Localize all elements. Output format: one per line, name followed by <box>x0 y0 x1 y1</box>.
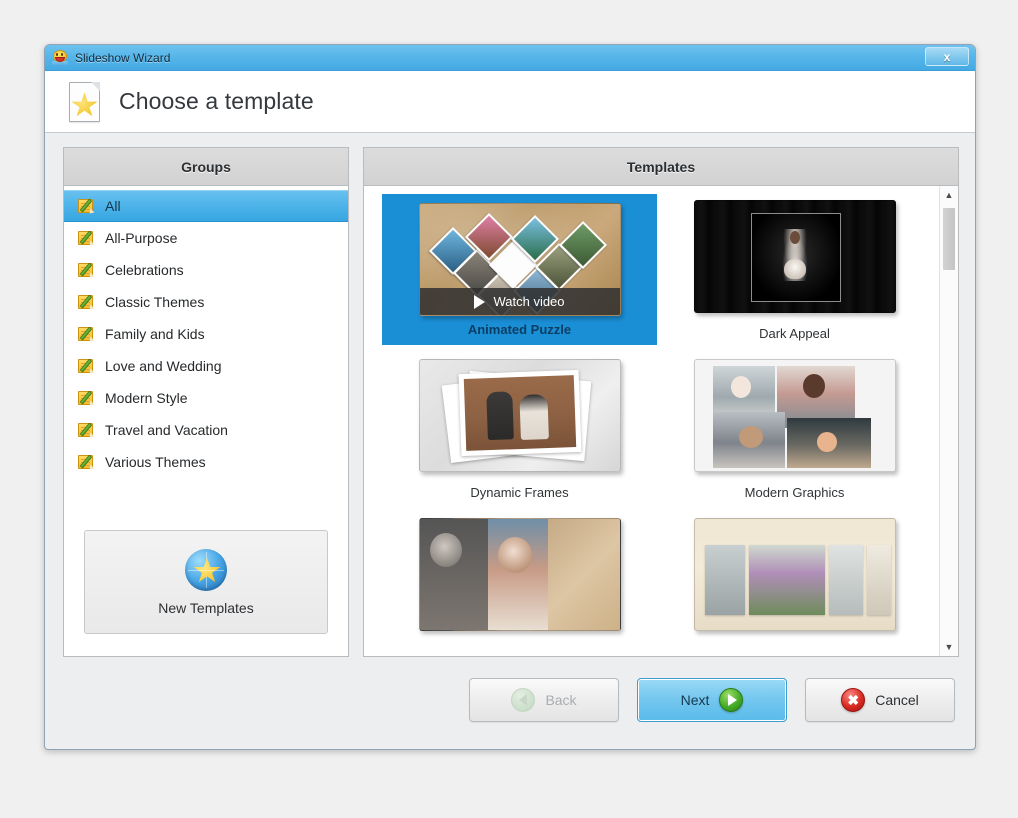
sidebar-item-label: All-Purpose <box>105 230 178 246</box>
template-label: Animated Puzzle <box>467 322 572 337</box>
sidebar-item-various-themes[interactable]: Various Themes <box>64 446 348 478</box>
sidebar-item-label: Love and Wedding <box>105 358 222 374</box>
template-thumbnail <box>418 518 621 631</box>
scrollbar-thumb[interactable] <box>943 208 955 270</box>
folder-note-icon <box>78 422 96 440</box>
template-thumbnail <box>693 518 896 631</box>
template-card-animated-puzzle[interactable]: Watch video Animated Puzzle <box>382 194 657 345</box>
sidebar-item-label: Travel and Vacation <box>105 422 228 438</box>
slideshow-wizard-window: Slideshow Wizard x Choose a template Gro… <box>44 44 976 750</box>
back-button[interactable]: Back <box>469 678 619 722</box>
wizard-header: Choose a template <box>45 71 975 133</box>
sidebar-item-label: Classic Themes <box>105 294 205 310</box>
sidebar-item-all[interactable]: All <box>64 190 348 222</box>
globe-star-icon <box>185 548 227 591</box>
folder-note-icon <box>78 390 96 408</box>
groups-list: All All-Purpose Celebrations Classic The… <box>64 190 348 478</box>
folder-note-icon <box>78 454 96 472</box>
sidebar-item-label: Various Themes <box>105 454 206 470</box>
cancel-button[interactable]: ✖ Cancel <box>805 678 955 722</box>
template-card-row3-left[interactable] <box>382 512 657 648</box>
templates-heading: Templates <box>363 147 959 185</box>
folder-note-icon <box>78 294 96 312</box>
folder-note-icon <box>78 230 96 248</box>
templates-scrollbar[interactable]: ▲ ▼ <box>939 186 958 656</box>
template-card-dynamic-frames[interactable]: Dynamic Frames <box>382 353 657 504</box>
sidebar-item-classic-themes[interactable]: Classic Themes <box>64 286 348 318</box>
template-card-row3-right[interactable] <box>657 512 932 648</box>
templates-panel: Templates Watch video Animated Puzzle Da… <box>363 147 959 657</box>
sidebar-item-all-purpose[interactable]: All-Purpose <box>64 222 348 254</box>
titlebar: Slideshow Wizard x <box>45 45 975 71</box>
wizard-body: Groups All All-Purpose Celebrations Clas… <box>45 133 975 657</box>
page-title: Choose a template <box>119 88 314 114</box>
sidebar-item-travel-and-vacation[interactable]: Travel and Vacation <box>64 414 348 446</box>
cancel-x-icon: ✖ <box>841 688 866 712</box>
template-card-modern-graphics[interactable]: Modern Graphics <box>657 353 932 504</box>
scroll-up-icon[interactable]: ▲ <box>940 186 958 204</box>
new-templates-label: New Templates <box>158 599 254 616</box>
sidebar-item-label: All <box>105 198 121 214</box>
sidebar-item-modern-style[interactable]: Modern Style <box>64 382 348 414</box>
sidebar-item-label: Modern Style <box>105 390 188 406</box>
template-thumbnail <box>418 359 621 472</box>
sidebar-item-label: Celebrations <box>105 262 184 278</box>
back-button-label: Back <box>545 692 577 708</box>
play-icon <box>474 294 486 309</box>
next-arrow-icon <box>719 688 744 712</box>
watch-video-label: Watch video <box>493 294 565 309</box>
groups-panel: Groups All All-Purpose Celebrations Clas… <box>63 147 349 657</box>
slideshow-app-icon <box>52 49 68 66</box>
templates-grid: Watch video Animated Puzzle Dark Appeal <box>364 186 958 648</box>
watch-video-overlay[interactable]: Watch video <box>419 288 620 315</box>
groups-heading: Groups <box>63 147 349 185</box>
templates-panel-body: Watch video Animated Puzzle Dark Appeal <box>363 185 959 657</box>
cancel-button-label: Cancel <box>875 692 919 708</box>
back-arrow-icon <box>511 688 536 712</box>
template-label: Dynamic Frames <box>470 485 569 500</box>
folder-note-icon <box>78 358 96 376</box>
page-star-icon <box>65 80 105 124</box>
close-icon[interactable]: x <box>925 47 969 66</box>
window-title: Slideshow Wizard <box>75 50 171 65</box>
next-button[interactable]: Next <box>637 678 787 722</box>
sidebar-item-celebrations[interactable]: Celebrations <box>64 254 348 286</box>
templates-scroll-viewport: Watch video Animated Puzzle Dark Appeal <box>364 186 958 656</box>
scroll-down-icon[interactable]: ▼ <box>940 638 958 656</box>
next-button-label: Next <box>680 692 710 708</box>
wizard-footer: Back Next ✖ Cancel <box>45 657 975 749</box>
groups-panel-body: All All-Purpose Celebrations Classic The… <box>63 185 349 657</box>
new-templates-area: New Templates <box>64 520 348 656</box>
folder-note-icon <box>78 198 96 216</box>
new-templates-button[interactable]: New Templates <box>84 530 328 634</box>
template-label: Modern Graphics <box>744 485 845 500</box>
sidebar-item-family-and-kids[interactable]: Family and Kids <box>64 318 348 350</box>
template-thumbnail: Watch video <box>418 203 621 316</box>
template-label: Dark Appeal <box>759 326 830 341</box>
template-thumbnail <box>693 200 896 313</box>
template-thumbnail <box>693 359 896 472</box>
folder-note-icon <box>78 326 96 344</box>
sidebar-item-label: Family and Kids <box>105 326 205 342</box>
folder-note-icon <box>78 262 96 280</box>
sidebar-item-love-and-wedding[interactable]: Love and Wedding <box>64 350 348 382</box>
template-card-dark-appeal[interactable]: Dark Appeal <box>657 194 932 345</box>
scrollbar-track[interactable] <box>940 204 958 638</box>
